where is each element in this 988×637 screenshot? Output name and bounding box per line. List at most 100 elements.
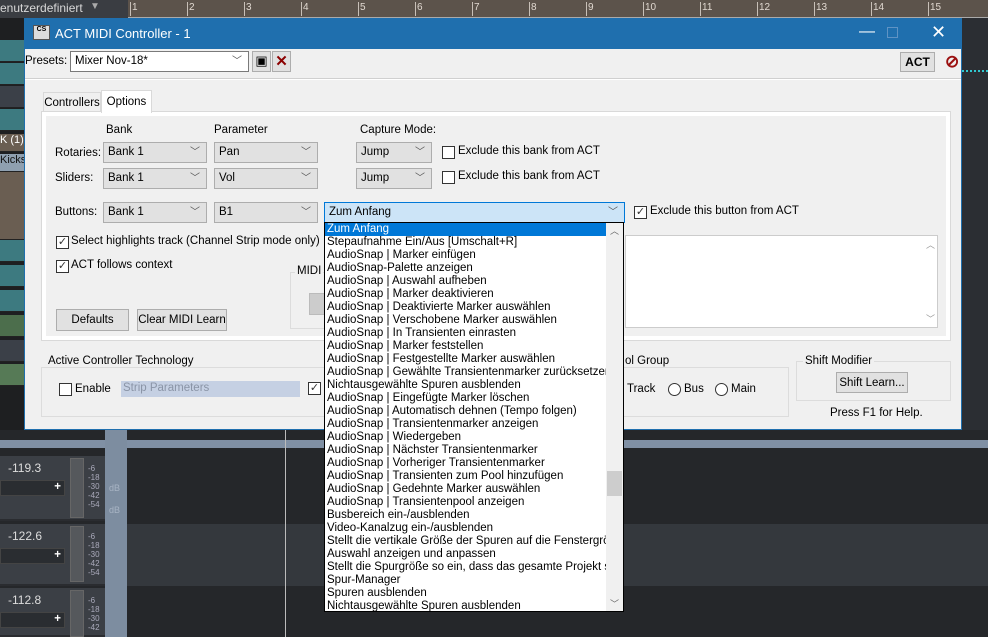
buttons-parameter-combobox[interactable]: B1 ﹀ (214, 202, 318, 223)
clear-midi-learn-button[interactable]: Clear MIDI Learn (137, 309, 227, 331)
presets-combobox[interactable]: Mixer Nov-18* ﹀ (70, 51, 249, 72)
track-divider (105, 430, 127, 637)
dropdown-item[interactable]: Nichtausgewählte Spuren ausblenden (325, 600, 608, 611)
button-action-combobox[interactable]: Zum Anfang ﹀ (324, 202, 625, 223)
ruler-tick: 9 (586, 2, 594, 16)
ruler-tick: 3 (244, 2, 252, 16)
track-input[interactable]: + (0, 548, 65, 564)
time-ruler[interactable]: 1 2 3 4 5 6 7 8 9 10 11 12 13 14 15 (128, 0, 988, 18)
tab-controllers[interactable]: Controllers (43, 92, 101, 112)
track-input[interactable]: + (0, 480, 65, 496)
dropdown-item[interactable]: AudioSnap | Auswahl aufheben (325, 275, 608, 288)
dropdown-item[interactable]: AudioSnap | Vorheriger Transientenmarker (325, 457, 608, 470)
sliders-exclude-checkbox[interactable] (442, 171, 455, 184)
title-bar[interactable]: CS ACT MIDI Controller - 1 — ✕ (25, 19, 961, 49)
scroll-up-icon: ︿ (925, 240, 935, 250)
act-follows-context-checkbox[interactable]: ✓ (56, 260, 69, 273)
sliders-capture-combobox[interactable]: Jump ﹀ (356, 168, 432, 189)
act-menu-button[interactable]: ACT (900, 52, 935, 72)
dropdown-item[interactable]: Nichtausgewählte Spuren ausblenden (325, 379, 608, 392)
dropdown-item[interactable]: Spuren ausblenden (325, 587, 608, 600)
dropdown-item[interactable]: AudioSnap | Verschobene Marker auswählen (325, 314, 608, 327)
track-header: -122.6 + -6 -18 -30 -42 -54 (0, 524, 105, 586)
now-time-marker (285, 410, 286, 637)
disable-icon[interactable]: ⊘ (945, 52, 963, 72)
chevron-down-icon: ﹀ (415, 173, 425, 184)
dropdown-item[interactable]: AudioSnap-Palette anzeigen (325, 262, 608, 275)
close-icon[interactable]: ✕ (931, 22, 946, 43)
dropdown-item[interactable]: Auswahl anzeigen und anpassen (325, 548, 608, 561)
dropdown-item[interactable]: AudioSnap | Transientenpool anzeigen (325, 496, 608, 509)
dropdown-arrow-icon: ▼ (90, 1, 100, 12)
dropdown-item[interactable]: AudioSnap | Wiedergeben (325, 431, 608, 444)
shift-learn-button[interactable]: Shift Learn... (836, 372, 908, 393)
act-enable-checkbox[interactable] (59, 383, 72, 396)
act-enable-label: Enable (75, 383, 111, 395)
select-highlights-label: Select highlights track (Channel Strip m… (71, 235, 320, 247)
capture-mode-header: Capture Mode: (360, 124, 437, 136)
dropdown-item[interactable]: Spur-Manager (325, 574, 608, 587)
defaults-button[interactable]: Defaults (56, 309, 129, 331)
rotaries-parameter-combobox[interactable]: Pan ﹀ (214, 142, 318, 163)
sliders-parameter-combobox[interactable]: Vol ﹀ (214, 168, 318, 189)
track-volume[interactable]: -112.8 (8, 593, 41, 607)
track-strip (0, 340, 24, 362)
description-textbox[interactable]: ︿ ﹀ (625, 235, 938, 328)
tab-options[interactable]: Options (101, 90, 152, 113)
plus-icon[interactable]: + (54, 549, 61, 561)
presets-label: Presets: (25, 55, 68, 67)
rotaries-capture-combobox[interactable]: Jump ﹀ (356, 142, 432, 163)
dropdown-item[interactable]: Stellt die Spurgröße so ein, dass das ge… (325, 561, 623, 574)
level-meter (70, 590, 84, 637)
dropdown-item[interactable]: AudioSnap | Marker deaktivieren (325, 288, 608, 301)
dropdown-item[interactable]: AudioSnap | Marker einfügen (325, 249, 608, 262)
dropdown-item[interactable]: AudioSnap | Gedehnte Marker auswählen (325, 483, 608, 496)
dropdown-item[interactable]: AudioSnap | Festgestellte Marker auswähl… (325, 353, 608, 366)
track-volume[interactable]: -122.6 (8, 529, 42, 543)
ruler-tick: 6 (415, 2, 423, 16)
sliders-bank-combobox[interactable]: Bank 1 ﹀ (103, 168, 207, 189)
dropdown-scrollbar[interactable]: ︿ ﹀ (606, 223, 623, 611)
dropdown-item[interactable]: AudioSnap | Deaktivierte Marker auswähle… (325, 301, 608, 314)
dropdown-item[interactable]: AudioSnap | Eingefügte Marker löschen (325, 392, 608, 405)
delete-preset-button[interactable]: ✕ (272, 51, 291, 72)
dropdown-item[interactable]: Zum Anfang (325, 223, 608, 236)
radio-bus[interactable] (668, 383, 681, 396)
rotaries-bank-combobox[interactable]: Bank 1 ﹀ (103, 142, 207, 163)
plus-icon[interactable]: + (54, 481, 61, 493)
dropdown-item[interactable]: AudioSnap | Transientenmarker anzeigen (325, 418, 608, 431)
scroll-down-icon[interactable]: ﹀ (610, 597, 619, 610)
radio-track-label[interactable]: Track (627, 383, 655, 395)
dropdown-item[interactable]: AudioSnap | Automatisch dehnen (Tempo fo… (325, 405, 608, 418)
track-strip (0, 63, 24, 85)
dropdown-item[interactable]: Busbereich ein-/ausblenden (325, 509, 608, 522)
dropdown-item[interactable]: Video-Kanalzug ein-/ausblenden (325, 522, 608, 535)
button-action-dropdown-list[interactable]: Zum Anfang Stepaufnahme Ein/Aus [Umschalt… (324, 222, 624, 612)
track-input[interactable]: + (0, 612, 65, 628)
button-exclude-label: Exclude this button from ACT (650, 205, 799, 217)
dropdown-item[interactable]: AudioSnap | Nächster Transientenmarker (325, 444, 608, 457)
scrollbar-thumb[interactable] (607, 471, 622, 496)
plus-icon[interactable]: + (54, 613, 61, 625)
maximize-icon[interactable] (887, 27, 898, 38)
minimize-icon[interactable]: — (859, 23, 875, 41)
buttons-bank-combobox[interactable]: Bank 1 ﹀ (103, 202, 207, 223)
rotaries-exclude-checkbox[interactable] (442, 146, 455, 159)
dropdown-item[interactable]: Stellt die vertikale Größe der Spuren au… (325, 535, 623, 548)
track-strip (0, 265, 24, 287)
dropdown-item[interactable]: AudioSnap | Transienten zum Pool hinzufü… (325, 470, 608, 483)
chevron-down-icon: ﹀ (232, 56, 242, 67)
radio-main[interactable] (715, 383, 728, 396)
select-highlights-checkbox[interactable]: ✓ (56, 236, 69, 249)
scroll-up-icon[interactable]: ︿ (610, 224, 619, 237)
track-view-preset[interactable]: enutzerdefiniert ▼ (0, 0, 128, 18)
button-exclude-checkbox[interactable]: ✓ (634, 206, 647, 219)
track-volume[interactable]: -119.3 (8, 461, 41, 475)
save-preset-button[interactable]: ▣ (252, 51, 271, 72)
track-strip (0, 364, 24, 386)
dropdown-item[interactable]: AudioSnap | Gewählte Transientenmarker z… (325, 366, 611, 379)
dropdown-item[interactable]: AudioSnap | In Transienten einrasten (325, 327, 608, 340)
dropdown-item[interactable]: AudioSnap | Marker feststellen (325, 340, 608, 353)
act-option-checkbox[interactable]: ✓ (308, 382, 321, 395)
dropdown-item[interactable]: Stepaufnahme Ein/Aus [Umschalt+R] (325, 236, 608, 249)
